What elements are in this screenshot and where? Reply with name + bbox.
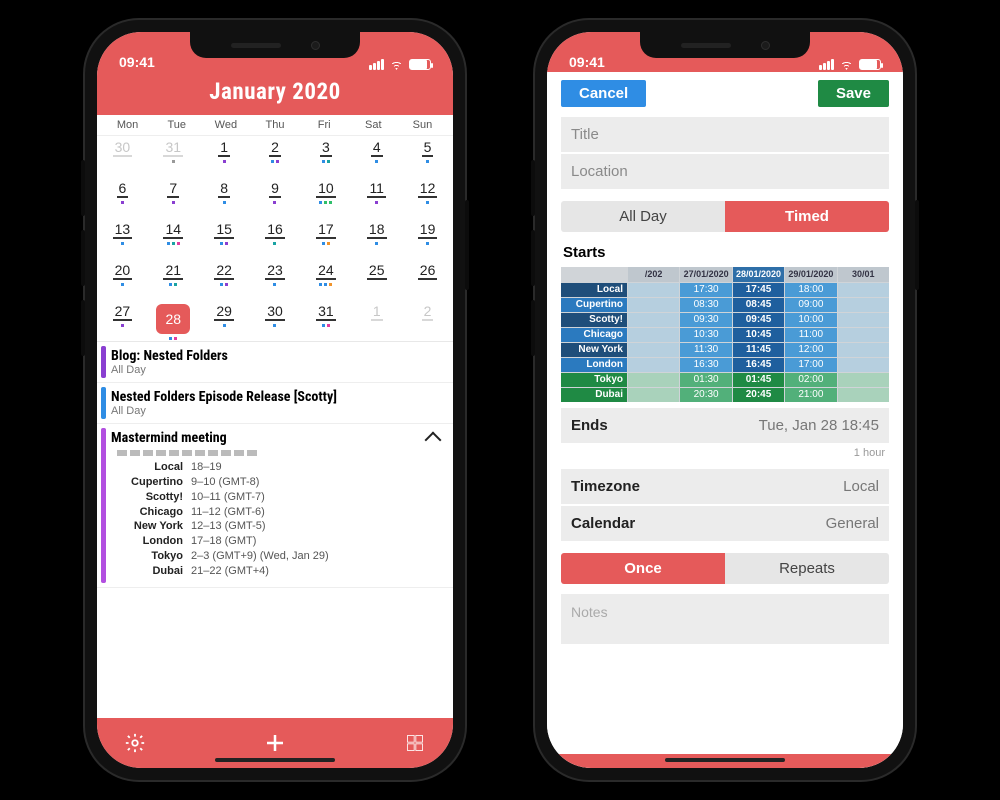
calendar-day[interactable]: 20 [97, 259, 148, 300]
add-event-icon[interactable] [263, 731, 287, 755]
calendar-day[interactable]: 21 [148, 259, 199, 300]
calendar-day[interactable]: 4 [351, 136, 402, 177]
allday-timed-segment[interactable]: All Day Timed [561, 201, 889, 232]
notes-field[interactable]: Notes [561, 594, 889, 644]
event-item-expanded[interactable]: Mastermind meeting Local18–19Cupertino9–… [97, 424, 453, 588]
timezone-picker[interactable]: /20227/01/202028/01/202029/01/202030/01L… [561, 267, 889, 402]
calendar-day[interactable]: 16 [250, 218, 301, 259]
wifi-icon [839, 59, 854, 70]
calendar-day[interactable]: 5 [402, 136, 453, 177]
seg-timed[interactable]: Timed [725, 201, 889, 232]
calendar-day[interactable]: 3 [300, 136, 351, 177]
calendar-day[interactable]: 31 [148, 136, 199, 177]
ends-row[interactable]: Ends Tue, Jan 28 18:45 [561, 408, 889, 443]
calendar-day[interactable]: 11 [351, 177, 402, 218]
calendar-day[interactable]: 10 [300, 177, 351, 218]
location-field[interactable]: Location [561, 154, 889, 189]
starts-label: Starts [561, 240, 889, 265]
calendar-day[interactable]: 1 [351, 300, 402, 341]
save-button[interactable]: Save [818, 80, 889, 107]
calendar-day[interactable]: 26 [402, 259, 453, 300]
battery-icon [409, 59, 431, 70]
calendar-day[interactable]: 17 [300, 218, 351, 259]
calendar-day[interactable]: 14 [148, 218, 199, 259]
calendar-day[interactable]: 27 [97, 300, 148, 341]
cancel-button[interactable]: Cancel [561, 80, 646, 107]
status-time: 09:41 [119, 54, 155, 70]
calendar-day[interactable]: 30 [97, 136, 148, 177]
calendar-title[interactable]: January 2020 [97, 72, 453, 115]
phone-calendar: 09:41 January 2020 MonTue WedThu FriSat … [85, 20, 465, 780]
calendar-day[interactable]: 31 [300, 300, 351, 341]
status-time: 09:41 [569, 54, 605, 70]
month-grid[interactable]: 3031123456789101112131415161718192021222… [97, 136, 453, 341]
calendar-day[interactable]: 23 [250, 259, 301, 300]
calendar-day[interactable]: 8 [199, 177, 250, 218]
signal-icon [369, 59, 384, 70]
seg-once[interactable]: Once [561, 553, 725, 584]
calendar-day[interactable]: 22 [199, 259, 250, 300]
calendar-day[interactable]: 18 [351, 218, 402, 259]
calendar-day[interactable]: 12 [402, 177, 453, 218]
event-item[interactable]: Blog: Nested Folders All Day [97, 342, 453, 383]
calendar-day[interactable]: 6 [97, 177, 148, 218]
calendar-day[interactable]: 15 [199, 218, 250, 259]
calendar-day[interactable]: 28 [148, 300, 199, 341]
calendar-day[interactable]: 7 [148, 177, 199, 218]
event-item[interactable]: Nested Folders Episode Release [Scotty] … [97, 383, 453, 424]
calendar-day[interactable]: 19 [402, 218, 453, 259]
calendar-day[interactable]: 2 [250, 136, 301, 177]
battery-icon [859, 59, 881, 70]
calendar-row[interactable]: Calendar General [561, 506, 889, 541]
title-field[interactable]: Title [561, 117, 889, 152]
signal-icon [819, 59, 834, 70]
event-list: Blog: Nested Folders All Day Nested Fold… [97, 341, 453, 718]
calendar-day[interactable]: 30 [250, 300, 301, 341]
duration-hint: 1 hour [561, 445, 889, 469]
weekday-row: MonTue WedThu FriSat Sun [97, 115, 453, 136]
seg-allday[interactable]: All Day [561, 201, 725, 232]
calendar-day[interactable]: 9 [250, 177, 301, 218]
seg-repeats[interactable]: Repeats [725, 553, 889, 584]
timezone-row[interactable]: Timezone Local [561, 469, 889, 504]
wifi-icon [389, 59, 404, 70]
calendar-day[interactable]: 13 [97, 218, 148, 259]
calendar-day[interactable]: 29 [199, 300, 250, 341]
calendar-day[interactable]: 24 [300, 259, 351, 300]
phone-event-form: 09:41 Cancel Save Title Location All Day… [535, 20, 915, 780]
settings-icon[interactable] [123, 731, 147, 755]
view-grid-icon[interactable] [403, 731, 427, 755]
calendar-day[interactable]: 1 [199, 136, 250, 177]
calendar-day[interactable]: 2 [402, 300, 453, 341]
calendar-day[interactable]: 25 [351, 259, 402, 300]
repeat-segment[interactable]: Once Repeats [561, 553, 889, 584]
